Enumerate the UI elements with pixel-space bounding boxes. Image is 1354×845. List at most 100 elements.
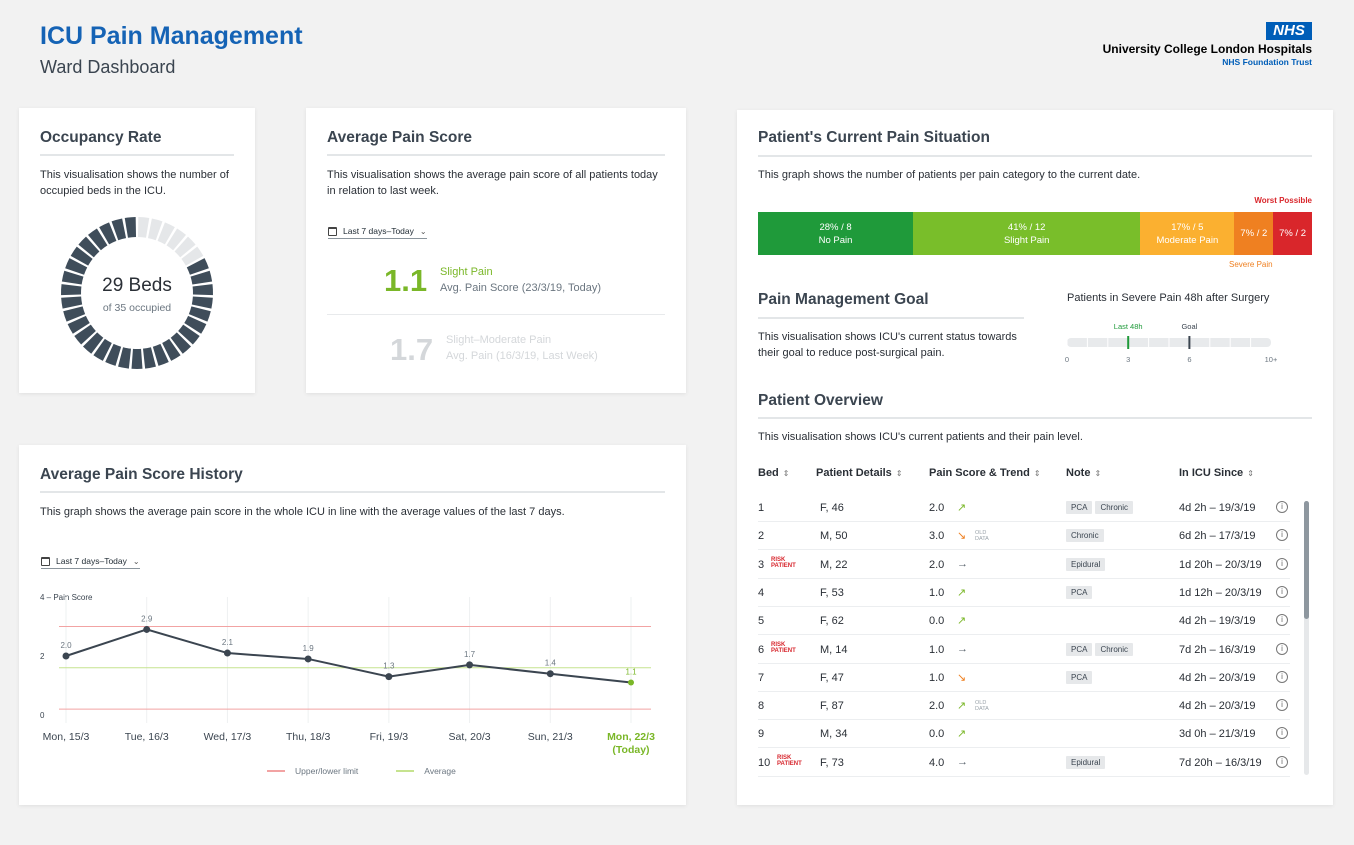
date-range-dropdown[interactable]: Last 7 days–Today ⌄ — [328, 226, 427, 239]
table-row[interactable]: 5 F, 62 0.0 ↗ 4d 2h – 19/3/19 i — [758, 607, 1290, 636]
note-tags: PCA Chronic — [1066, 501, 1136, 514]
table-row[interactable]: 1 F, 46 2.0 ↗ PCA Chronic 4d 2h – 19/3/19 i — [758, 494, 1290, 522]
x-tick-label: Mon, 15/3 — [43, 731, 90, 743]
icu-since: 4d 2h – 20/3/19 — [1179, 671, 1256, 684]
pain-score: 1.0 — [929, 643, 945, 656]
history-date-range-dropdown[interactable]: Last 7 days–Today ⌄ — [41, 556, 140, 569]
info-icon[interactable]: i — [1276, 501, 1288, 513]
patient-details: M, 14 — [820, 643, 848, 656]
old-data-badge: OLD DATA — [975, 530, 989, 543]
bed-number: 5 — [758, 615, 765, 628]
pain-history-chart: 4 – Pain Score 2 0 2.0 Mon, 15/3 2.9 Tue, 16/3… — [40, 593, 655, 756]
note-tag: Epidural — [1066, 755, 1106, 769]
pain-segment[interactable]: 41% / 12 Slight Pain — [913, 212, 1141, 255]
table-row[interactable]: 9 M, 34 0.0 ↗ 3d 0h – 21/3/19 i — [758, 720, 1290, 749]
info-icon[interactable]: i — [1276, 727, 1288, 740]
data-point[interactable] — [304, 655, 312, 663]
col-note-header[interactable]: Note ⇕ — [1066, 467, 1101, 479]
note-tag: Chronic — [1066, 529, 1104, 543]
note-tag: PCA — [1066, 670, 1093, 684]
table-row[interactable]: 7 F, 47 1.0 ↘ PCA 4d 2h – 20/3/19 i — [758, 664, 1290, 692]
table-scrollbar[interactable] — [1304, 501, 1309, 775]
table-row[interactable]: 2 M, 50 3.0 ↘ OLD DATA Chronic 6d 2h – 17/3/19 i — [758, 522, 1290, 551]
trend-up-icon: ↗ — [957, 700, 967, 713]
x-tick-label: Sun, 21/3 — [528, 731, 573, 743]
nhs-logo: NHS — [1266, 22, 1312, 40]
icu-since: 7d 2h – 16/3/19 — [1179, 643, 1256, 656]
risk-patient-badge: RISK PATIENT — [771, 641, 796, 655]
goal-tick-label: 6 — [1187, 355, 1191, 364]
patient-details: M, 50 — [820, 530, 848, 543]
pain-segment[interactable]: 28% / 8 No Pain — [758, 212, 914, 255]
scrollbar-thumb[interactable] — [1304, 501, 1309, 619]
data-point[interactable] — [62, 652, 70, 660]
note-tags: PCA Chronic — [1066, 642, 1136, 656]
situation-title: Patient's Current Pain Situation — [758, 129, 990, 146]
data-point[interactable] — [143, 625, 151, 633]
data-label: 1.4 — [545, 659, 557, 668]
col-patient-label: Patient Details — [816, 467, 892, 479]
info-icon[interactable]: i — [1276, 529, 1288, 542]
table-row[interactable]: 10 RISK PATIENT F, 73 4.0 → Epidural 7d 20h – 1… — [758, 749, 1290, 777]
table-row[interactable]: 3 RISK PATIENT M, 22 2.0 → Epidural 1d 20h – 20… — [758, 551, 1290, 579]
patient-details: F, 47 — [820, 671, 844, 684]
note-tag: Epidural — [1066, 557, 1106, 571]
y-tick-label: 4 – Pain Score — [40, 593, 93, 602]
pain-segment[interactable]: 7% / 2 — [1273, 212, 1312, 255]
col-note-label: Note — [1066, 467, 1091, 479]
segment-value: 7% / 2 — [1279, 228, 1307, 239]
data-point[interactable] — [466, 661, 474, 669]
previous-pain-desc: Avg. Pain (16/3/19, Last Week) — [446, 350, 598, 362]
note-tag: Chronic — [1095, 501, 1134, 514]
last48-label: Last 48h — [1114, 322, 1143, 331]
info-icon[interactable]: i — [1276, 557, 1288, 570]
col-bed-header[interactable]: Bed ⇕ — [758, 467, 789, 479]
history-description: This graph shows the average pain score … — [40, 506, 565, 518]
note-tag: PCA — [1066, 642, 1093, 656]
x-tick-label: Mon, 22/3 — [607, 731, 655, 743]
info-icon[interactable]: i — [1276, 670, 1288, 683]
x-tick-label: Tue, 16/3 — [125, 731, 169, 743]
table-row[interactable]: 4 F, 53 1.0 ↗ PCA 1d 12h – 20/3/19 i — [758, 579, 1290, 607]
note-tags: Epidural — [1066, 557, 1108, 571]
segment-value: 7% / 2 — [1240, 228, 1268, 239]
pain-segment[interactable]: 17% / 5 Moderate Pain — [1140, 212, 1235, 255]
data-point[interactable] — [628, 679, 634, 686]
col-patient-header[interactable]: Patient Details ⇕ — [816, 467, 903, 479]
info-icon[interactable]: i — [1276, 699, 1288, 712]
risk-patient-badge: RISK PATIENT — [771, 556, 796, 570]
patient-details: F, 87 — [820, 700, 844, 713]
worst-possible-label: Worst Possible — [1254, 196, 1312, 205]
segment-value: 17% / 5 — [1171, 221, 1204, 233]
segment-label: Slight Pain — [1003, 234, 1050, 246]
page-subtitle: Ward Dashboard — [40, 57, 176, 77]
info-icon[interactable]: i — [1276, 614, 1288, 627]
bed-number: 2 — [758, 530, 765, 543]
pain-category-bar: 28% / 8 No Pain 41% / 12 Slight Pain 17% / 5… — [758, 212, 1312, 255]
info-icon[interactable]: i — [1276, 585, 1288, 598]
col-score-header[interactable]: Pain Score & Trend ⇕ — [929, 467, 1041, 479]
data-point[interactable] — [223, 649, 231, 657]
info-icon[interactable]: i — [1276, 755, 1288, 768]
info-icon[interactable]: i — [1276, 642, 1288, 655]
y-tick-label: 2 — [40, 652, 45, 661]
pain-score: 3.0 — [929, 530, 945, 543]
avg-pain-card: Average Pain Score This visualisation sh… — [306, 108, 686, 393]
data-point[interactable] — [385, 673, 393, 681]
data-point[interactable] — [546, 670, 554, 678]
trend-flat-icon: → — [957, 642, 968, 655]
trend-up-icon: ↗ — [957, 615, 967, 628]
sort-icon: ⇕ — [895, 469, 903, 478]
overview-description: This visualisation shows ICU's current p… — [758, 431, 1083, 443]
icu-since: 1d 12h – 20/3/19 — [1179, 586, 1262, 599]
col-since-header[interactable]: In ICU Since ⇕ — [1179, 467, 1254, 479]
table-row[interactable]: 8 F, 87 2.0 ↗ OLD DATA 4d 2h – 20/3/19 i — [758, 692, 1290, 721]
trend-down-icon: ↘ — [957, 530, 967, 543]
table-row[interactable]: 6 RISK PATIENT M, 14 1.0 → PCA Chronic 7d 2h – 1… — [758, 636, 1290, 664]
legend-limit-label: Upper/lower limit — [295, 766, 359, 776]
divider — [40, 491, 665, 493]
trend-down-icon: ↘ — [957, 671, 967, 684]
pain-segment[interactable]: 7% / 2 — [1234, 212, 1274, 255]
divider — [327, 154, 665, 156]
data-label: 1.3 — [383, 662, 395, 671]
